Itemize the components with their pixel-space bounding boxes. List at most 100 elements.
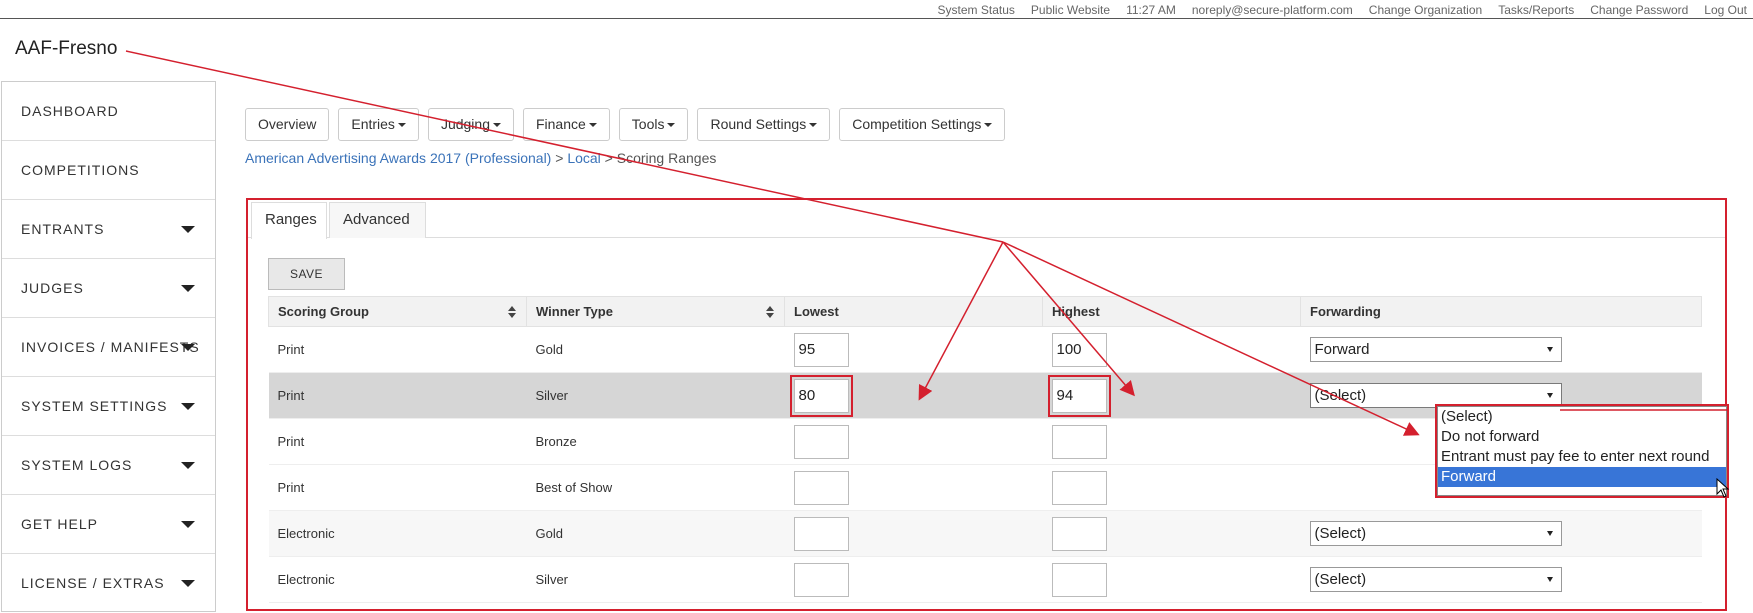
lowest-input[interactable]: [793, 470, 849, 505]
mouse-cursor-icon: [1716, 478, 1730, 498]
tab-ranges[interactable]: Ranges: [251, 202, 327, 239]
highest-input[interactable]: [1051, 562, 1107, 597]
lowest-cell: [784, 510, 1043, 557]
highest-input[interactable]: [1051, 470, 1107, 505]
caret-down-icon: [667, 123, 676, 128]
forwarding-options-list: (Select) Do not forward Entrant must pay…: [1437, 406, 1727, 496]
nav-label: Round Settings: [710, 116, 807, 132]
caret-down-icon: [397, 123, 406, 128]
option-forward[interactable]: Forward: [1438, 467, 1726, 487]
sort-icon[interactable]: [508, 306, 516, 318]
system-status-link[interactable]: System Status: [938, 3, 1015, 17]
option-entrant-must-pay[interactable]: Entrant must pay fee to enter next round: [1438, 447, 1726, 467]
breadcrumb-competition-link[interactable]: American Advertising Awards 2017 (Profes…: [245, 150, 551, 166]
lowest-input[interactable]: [793, 516, 849, 551]
sidebar-item-system-logs[interactable]: System Logs: [2, 436, 215, 495]
lowest-input[interactable]: [793, 562, 849, 597]
lowest-input[interactable]: 95: [793, 332, 849, 367]
column-header-scoring-group[interactable]: Scoring Group: [268, 296, 527, 327]
forwarding-select[interactable]: (Select): [1309, 383, 1562, 408]
highest-input[interactable]: [1051, 516, 1107, 551]
sidebar-item-get-help[interactable]: Get Help: [2, 495, 215, 554]
sidebar-item-license-extras[interactable]: License / Extras: [2, 554, 215, 613]
highest-cell: [1042, 464, 1301, 511]
lowest-input[interactable]: [793, 424, 849, 459]
sidebar: Dashboard Competitions Entrants Judges I…: [1, 81, 216, 612]
forwarding-select-value: Forward: [1314, 341, 1370, 358]
lowest-input[interactable]: 80: [789, 374, 853, 417]
tasks-reports-link[interactable]: Tasks/Reports: [1498, 3, 1574, 17]
forwarding-select-value: (Select): [1314, 571, 1367, 588]
competition-nav: Overview Entries Judging Finance Tools R…: [245, 108, 1006, 141]
highest-input[interactable]: 94: [1047, 374, 1111, 417]
forwarding-select[interactable]: Forward: [1309, 337, 1562, 362]
dropdown-arrow-icon: [1546, 577, 1553, 582]
header-label: Winner Type: [536, 304, 613, 319]
sidebar-item-entrants[interactable]: Entrants: [2, 200, 215, 259]
nav-label: Finance: [535, 116, 586, 132]
option-select[interactable]: (Select): [1438, 407, 1726, 427]
forwarding-cell: (Select): [1300, 556, 1702, 603]
dropdown-arrow-icon: [1546, 531, 1553, 536]
scoring-group-cell: Print: [268, 464, 527, 511]
tools-dropdown-button[interactable]: Tools: [618, 108, 689, 141]
highest-input[interactable]: 100: [1051, 332, 1107, 367]
highest-cell: 100: [1042, 326, 1301, 373]
option-do-not-forward[interactable]: Do not forward: [1438, 427, 1726, 447]
caret-down-icon: [181, 226, 195, 233]
table-row: Electronic Gold (Select): [268, 510, 1702, 557]
top-links: System Status Public Website 11:27 AM no…: [938, 3, 1753, 17]
winner-type-cell: Gold: [526, 326, 785, 373]
breadcrumb-separator: >: [600, 150, 617, 166]
highest-cell: [1042, 418, 1301, 465]
column-header-forwarding: Forwarding: [1300, 296, 1702, 327]
breadcrumb-round-link[interactable]: Local: [567, 150, 600, 166]
log-out-link[interactable]: Log Out: [1704, 3, 1747, 17]
sidebar-item-dashboard[interactable]: Dashboard: [2, 82, 215, 141]
lowest-cell: 95: [784, 326, 1043, 373]
sidebar-item-invoices-manifests[interactable]: Invoices / Manifests: [2, 318, 215, 377]
caret-down-icon: [181, 462, 195, 469]
forwarding-select[interactable]: (Select): [1309, 567, 1562, 592]
save-button[interactable]: SAVE: [268, 258, 345, 290]
dropdown-arrow-icon: [1546, 347, 1553, 352]
caret-down-icon: [588, 123, 597, 128]
sidebar-item-system-settings[interactable]: System Settings: [2, 377, 215, 436]
sidebar-item-label: System Settings: [21, 398, 168, 414]
forwarding-select[interactable]: (Select): [1309, 521, 1562, 546]
highest-input[interactable]: [1051, 424, 1107, 459]
judging-dropdown-button[interactable]: Judging: [427, 108, 514, 141]
sort-icon[interactable]: [766, 306, 774, 318]
overview-button[interactable]: Overview: [245, 108, 330, 141]
table-header-row: Scoring Group Winner Type Lowest Highest…: [268, 296, 1702, 327]
user-email: noreply@secure-platform.com: [1191, 3, 1353, 17]
winner-type-cell: Best of Show: [526, 464, 785, 511]
highest-cell: [1042, 556, 1301, 603]
round-settings-dropdown-button[interactable]: Round Settings: [697, 108, 831, 141]
nav-label: Overview: [258, 116, 317, 132]
public-website-link[interactable]: Public Website: [1031, 3, 1110, 17]
table-row: Print Gold 95 100 Forward: [268, 326, 1702, 373]
finance-dropdown-button[interactable]: Finance: [522, 108, 610, 141]
caret-down-icon: [181, 285, 195, 292]
sidebar-item-label: Entrants: [21, 221, 105, 237]
winner-type-cell: Gold: [526, 510, 785, 557]
lowest-cell: 80: [784, 372, 1043, 419]
forwarding-select-value: (Select): [1314, 525, 1367, 542]
column-header-highest: Highest: [1042, 296, 1301, 327]
table-row: Electronic Silver (Select): [268, 556, 1702, 603]
highest-cell: [1042, 510, 1301, 557]
tab-advanced[interactable]: Advanced: [329, 202, 426, 238]
tab-bar: Ranges Advanced: [248, 200, 1725, 239]
entries-dropdown-button[interactable]: Entries: [338, 108, 419, 141]
change-password-link[interactable]: Change Password: [1590, 3, 1688, 17]
sidebar-item-competitions[interactable]: Competitions: [2, 141, 215, 200]
competition-settings-dropdown-button[interactable]: Competition Settings: [839, 108, 1006, 141]
column-header-winner-type[interactable]: Winner Type: [526, 296, 785, 327]
scoring-group-cell: Print: [268, 326, 527, 373]
winner-type-cell: Bronze: [526, 418, 785, 465]
sidebar-item-judges[interactable]: Judges: [2, 259, 215, 318]
change-organization-link[interactable]: Change Organization: [1369, 3, 1482, 17]
nav-label: Judging: [440, 116, 490, 132]
scoring-group-cell: Print: [268, 418, 527, 465]
